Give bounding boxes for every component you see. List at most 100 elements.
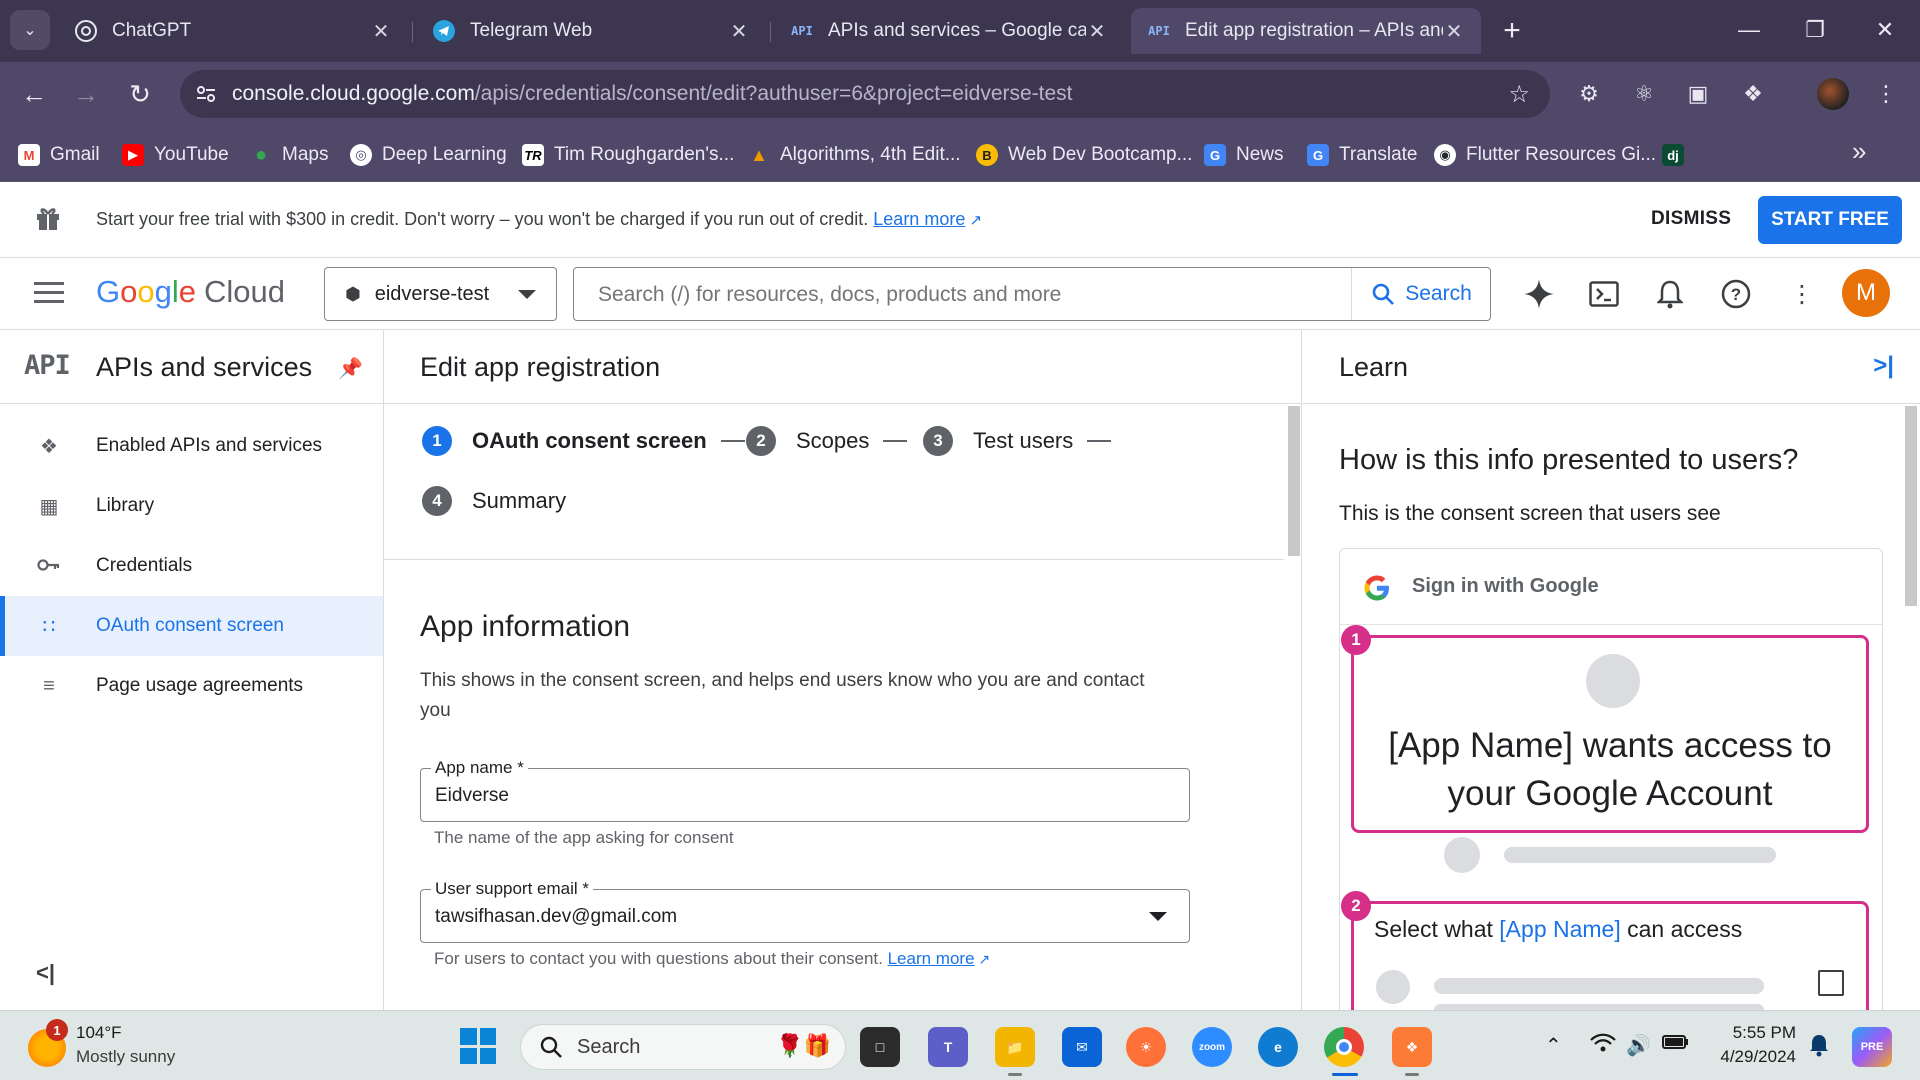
email-hint-text: For users to contact you with questions … [434, 949, 883, 968]
taskbar-search[interactable]: Search 🌹🎁 [520, 1024, 846, 1070]
tab-search-button[interactable]: ⌄ [10, 10, 50, 50]
tab-apis-services[interactable]: API APIs and services – Google cale ✕ [774, 8, 1124, 54]
more-options-icon[interactable]: ⋮ [1782, 274, 1822, 314]
bookmark-flutter-resources[interactable]: ◉ Flutter Resources Gi... [1434, 142, 1656, 168]
copilot-icon[interactable]: PRE [1852, 1027, 1892, 1067]
learn-panel: Learn >| How is this info presented to u… [1303, 330, 1920, 1010]
close-tab-icon[interactable]: ✕ [370, 19, 392, 44]
bookmark-algorithms[interactable]: ▲ Algorithms, 4th Edit... [748, 142, 961, 168]
extension-gear-icon[interactable]: ⚙ [1571, 76, 1607, 112]
bookmark-tim-roughgarden[interactable]: TR Tim Roughgarden's... [522, 142, 734, 168]
sidebar-item-credentials[interactable]: Credentials [0, 536, 383, 596]
bookmark-label: Gmail [50, 144, 100, 165]
edge-icon[interactable]: e [1258, 1027, 1298, 1067]
start-free-button[interactable]: START FREE [1758, 196, 1902, 244]
app-name-value[interactable]: Eidverse [435, 785, 509, 807]
file-explorer-icon[interactable]: 📁 [995, 1027, 1035, 1067]
tab-telegram[interactable]: Telegram Web ✕ [416, 8, 766, 54]
step-scopes[interactable]: 2 Scopes [746, 426, 908, 456]
battery-icon[interactable] [1662, 1033, 1690, 1057]
reload-button[interactable]: ↻ [120, 74, 160, 114]
step-number: 3 [923, 426, 953, 456]
project-name: eidverse-test [374, 282, 490, 305]
email-learn-more-link[interactable]: Learn more [888, 949, 975, 968]
bookmark-deep-learning[interactable]: ◎ Deep Learning [350, 142, 507, 168]
step-label: Summary [472, 488, 567, 513]
user-avatar[interactable]: M [1842, 269, 1890, 317]
show-hidden-icons-icon[interactable]: ⌃ [1545, 1033, 1562, 1058]
sidebar-item-page-usage[interactable]: ≡ Page usage agreements [0, 656, 383, 716]
chrome-icon[interactable] [1324, 1027, 1364, 1067]
bookmark-star-icon[interactable]: ☆ [1508, 80, 1530, 109]
cloud-shell-icon[interactable] [1584, 274, 1624, 314]
tab-edit-app-registration[interactable]: API Edit app registration – APIs and ✕ [1131, 8, 1481, 54]
banner-learn-more-link[interactable]: Learn more [873, 209, 965, 229]
bookmark-django[interactable]: dj [1662, 142, 1694, 168]
mail-icon[interactable]: ✉ [1062, 1027, 1102, 1067]
wifi-icon[interactable] [1590, 1033, 1616, 1059]
app-name-field[interactable]: App name * Eidverse [420, 758, 1190, 822]
restore-button[interactable]: ❐ [1792, 10, 1838, 50]
sidebar-item-library[interactable]: ▦ Library [0, 476, 383, 536]
step-summary[interactable]: 4 Summary [422, 486, 566, 516]
tab-chatgpt[interactable]: ChatGPT ✕ [58, 8, 408, 54]
hamburger-menu-icon[interactable] [34, 282, 64, 306]
close-tab-icon[interactable]: ✕ [1443, 19, 1465, 44]
notification-bell-icon[interactable] [1808, 1033, 1830, 1063]
bookmark-youtube[interactable]: ▶ YouTube [122, 142, 229, 168]
back-button[interactable]: ← [14, 74, 54, 114]
project-picker[interactable]: ⬢ eidverse-test [324, 267, 557, 321]
bookmark-gmail[interactable]: M Gmail [18, 142, 100, 168]
close-tab-icon[interactable]: ✕ [728, 19, 750, 44]
weather-temperature[interactable]: 104°F [76, 1023, 122, 1043]
banner-text: Start your free trial with $300 in credi… [96, 209, 869, 229]
learn-scrollbar[interactable] [1905, 406, 1917, 606]
extension-react-icon[interactable]: ⚛ [1626, 76, 1662, 112]
google-cloud-logo[interactable]: Google Cloud [96, 274, 285, 310]
gift-icon [34, 204, 62, 232]
site-settings-icon[interactable] [180, 83, 232, 105]
bookmark-web-dev-bootcamp[interactable]: B Web Dev Bootcamp... [976, 142, 1192, 168]
bookmark-translate[interactable]: G Translate [1307, 142, 1418, 168]
windows-start-icon[interactable] [460, 1028, 496, 1064]
system-clock[interactable]: 5:55 PM 4/29/2024 [1696, 1021, 1796, 1069]
more-bookmarks-icon[interactable]: » [1852, 136, 1866, 167]
extensions-puzzle-icon[interactable]: ❖ [1735, 76, 1771, 112]
zoom-icon[interactable]: zoom [1192, 1027, 1232, 1067]
pin-icon[interactable]: 📌 [338, 356, 363, 381]
main-scrollbar[interactable] [1288, 406, 1300, 556]
help-icon[interactable]: ? [1716, 274, 1756, 314]
close-tab-icon[interactable]: ✕ [1086, 19, 1108, 44]
sidebar-item-oauth-consent[interactable]: ∷ OAuth consent screen [0, 596, 383, 656]
weather-condition[interactable]: Mostly sunny [76, 1047, 175, 1067]
search-input[interactable] [598, 280, 1338, 310]
sidebar-item-enabled-apis[interactable]: ❖ Enabled APIs and services [0, 416, 383, 476]
bookmark-maps[interactable]: ● Maps [250, 142, 329, 168]
forward-button[interactable]: → [66, 74, 106, 114]
volume-icon[interactable]: 🔊 [1626, 1033, 1651, 1058]
task-view-icon[interactable]: □ [860, 1027, 900, 1067]
browser-profile-avatar[interactable] [1817, 78, 1849, 110]
dismiss-button[interactable]: DISMISS [1651, 208, 1731, 230]
firefox-icon[interactable]: ☀ [1126, 1027, 1166, 1067]
collapse-nav-icon[interactable]: <| [36, 960, 55, 986]
api-icon: API [1148, 24, 1170, 38]
browser-menu-icon[interactable]: ⋮ [1868, 76, 1904, 112]
new-tab-button[interactable]: + [1495, 14, 1529, 48]
step-connector [883, 440, 908, 442]
search-button[interactable]: Search [1351, 268, 1491, 320]
minimize-button[interactable]: — [1726, 10, 1772, 50]
gemini-sparkle-icon[interactable] [1519, 274, 1559, 314]
address-bar[interactable]: console.cloud.google.com/apis/credential… [180, 70, 1550, 118]
extension-image-icon[interactable]: ▣ [1680, 76, 1716, 112]
gmail-icon: M [18, 144, 40, 166]
step-test-users[interactable]: 3 Test users [923, 426, 1112, 456]
notifications-bell-icon[interactable] [1650, 274, 1690, 314]
teams-icon[interactable]: T [928, 1027, 968, 1067]
close-panel-icon[interactable]: >| [1873, 352, 1894, 380]
user-support-email-select[interactable]: User support email * tawsifhasan.dev@gma… [420, 879, 1190, 943]
bookmark-news[interactable]: G News [1204, 142, 1284, 168]
xampp-icon[interactable]: ❖ [1392, 1027, 1432, 1067]
close-window-button[interactable]: ✕ [1862, 10, 1908, 50]
step-oauth-consent[interactable]: 1 OAuth consent screen [422, 426, 745, 456]
